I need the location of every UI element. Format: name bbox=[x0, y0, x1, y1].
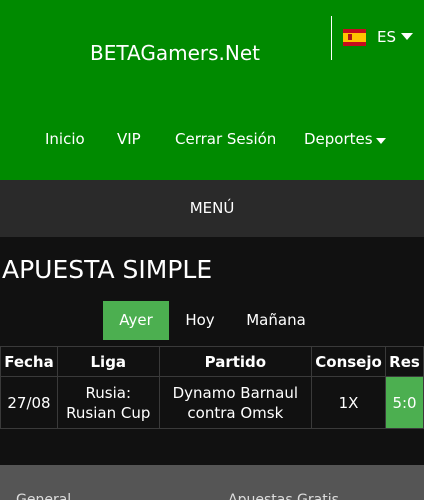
nav-deportes[interactable]: Deportes bbox=[304, 130, 373, 148]
flag-stripe-bottom bbox=[343, 42, 366, 46]
language-selector[interactable]: ES bbox=[377, 28, 396, 46]
site-footer: General Apuestas Gratis bbox=[0, 465, 424, 500]
cell-liga-name: Rusian Cup bbox=[66, 403, 151, 422]
nav-vip[interactable]: VIP bbox=[117, 130, 141, 148]
footer-link-apuestas-gratis[interactable]: Apuestas Gratis bbox=[228, 492, 339, 500]
cell-partido-home: Dynamo Barnaul bbox=[172, 383, 299, 402]
tips-table: Fecha Liga Partido Consejo Res 27/08 Rus… bbox=[0, 346, 424, 429]
chevron-down-icon[interactable] bbox=[401, 33, 413, 40]
site-brand-link[interactable]: BETAGamers.Net bbox=[90, 41, 260, 65]
column-header-liga: Liga bbox=[56, 346, 160, 377]
cell-fecha: 27/08 bbox=[0, 376, 58, 429]
tab-ayer[interactable]: Ayer bbox=[103, 301, 169, 340]
cell-partido: Dynamo Barnaul contra Omsk bbox=[158, 376, 313, 429]
nav-inicio[interactable]: Inicio bbox=[45, 130, 85, 148]
column-header-partido: Partido bbox=[158, 346, 313, 377]
chevron-down-icon[interactable] bbox=[376, 138, 386, 144]
flag-crest bbox=[348, 34, 352, 40]
main-content: APUESTA SIMPLE Ayer Hoy Mañana Fecha Lig… bbox=[0, 237, 424, 465]
page-root: BETAGamers.Net ES Inicio VIP Cerrar Sesi… bbox=[0, 0, 424, 500]
column-header-consejo: Consejo bbox=[311, 346, 387, 377]
footer-link-general[interactable]: General bbox=[16, 492, 71, 500]
tab-manana[interactable]: Mañana bbox=[236, 301, 316, 340]
spain-flag-icon[interactable] bbox=[343, 29, 366, 46]
site-header: BETAGamers.Net ES Inicio VIP Cerrar Sesi… bbox=[0, 0, 424, 180]
cell-liga-country: Rusia: bbox=[85, 383, 132, 402]
cell-consejo: 1X bbox=[311, 376, 387, 429]
tab-hoy[interactable]: Hoy bbox=[175, 301, 225, 340]
column-header-res: Res bbox=[385, 346, 424, 377]
language-divider bbox=[331, 16, 332, 60]
cell-liga: Rusia: Rusian Cup bbox=[56, 376, 160, 429]
table-row: 27/08 Rusia: Rusian Cup Dynamo Barnaul c… bbox=[0, 376, 424, 429]
table-header-row: Fecha Liga Partido Consejo Res bbox=[0, 346, 424, 377]
menu-label: MENÚ bbox=[189, 199, 235, 217]
cell-partido-away: contra Omsk bbox=[187, 403, 284, 422]
cell-res: 5:0 bbox=[385, 376, 424, 429]
flag-stripe-middle bbox=[343, 33, 366, 42]
menu-toggle-bar[interactable]: MENÚ bbox=[0, 180, 424, 237]
page-title: APUESTA SIMPLE bbox=[2, 255, 213, 284]
nav-cerrar-sesion[interactable]: Cerrar Sesión bbox=[175, 130, 276, 148]
column-header-fecha: Fecha bbox=[0, 346, 58, 377]
